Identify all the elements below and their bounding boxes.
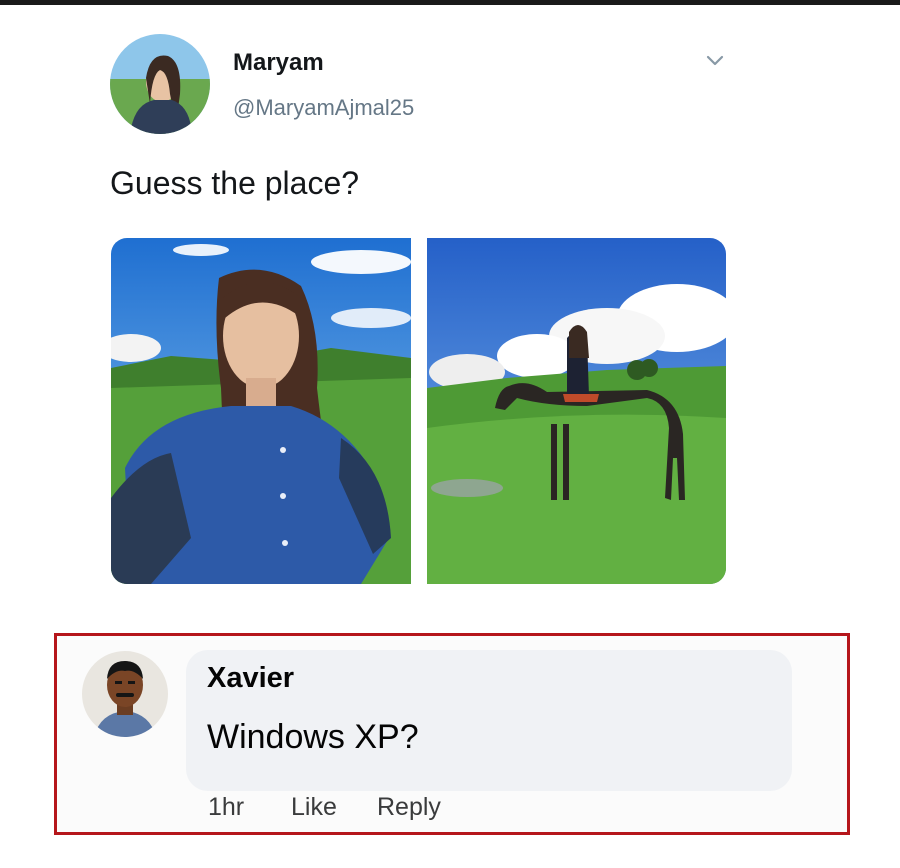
comment-reply-link[interactable]: Reply	[377, 793, 441, 822]
tweet-author-avatar[interactable]	[110, 34, 210, 134]
comment-like-link[interactable]: Like	[291, 793, 337, 822]
tweet-text: Guess the place?	[110, 165, 360, 201]
commenter-avatar[interactable]	[82, 651, 168, 737]
tweet-photo-selfie[interactable]	[111, 238, 411, 584]
tweet-author-name[interactable]: Maryam	[233, 49, 324, 77]
comment-timestamp: 1hr	[208, 793, 245, 821]
tweet-author-handle[interactable]: @MaryamAjmal25	[233, 95, 414, 121]
chevron-down-icon[interactable]	[704, 53, 726, 69]
comment-text: Windows XP?	[207, 718, 419, 756]
top-edge-bar	[0, 0, 900, 5]
tweet-photo-horse[interactable]	[427, 238, 726, 584]
commenter-name[interactable]: Xavier	[207, 662, 294, 695]
